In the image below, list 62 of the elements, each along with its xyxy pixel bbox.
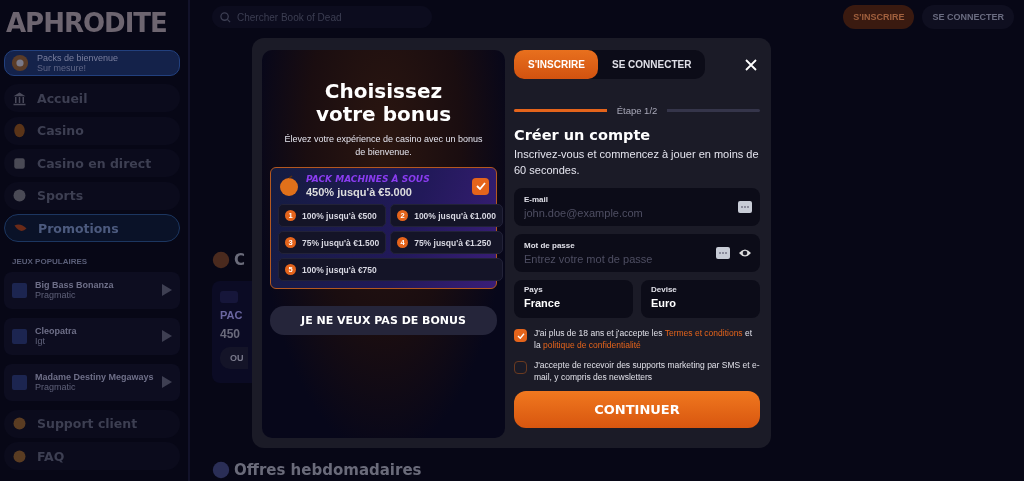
close-icon[interactable] [745, 58, 757, 71]
consent-text: J'accepte de recevoir des supports marketing par SMS et e-mail, y compris des newsletters [534, 359, 760, 383]
fruit-icon [278, 175, 300, 197]
game-thumbnail [12, 282, 27, 298]
consent-text: J'ai plus de 18 ans et j'accepte les Termes et conditions et la politique de confidentialité [534, 327, 754, 351]
game-provider: Pragmatic [35, 290, 77, 300]
password-field[interactable]: Mot de passe Entrez votre mot de passe [514, 234, 760, 272]
select-field[interactable]: Pays France [514, 280, 633, 318]
form-description: Inscrivez-vous et commencez à jouer en moins de 60 secondes. [514, 147, 760, 178]
game-provider: Pragmatic [35, 382, 77, 392]
password-input[interactable]: Entrez votre mot de passe [524, 253, 708, 265]
bank-icon [12, 90, 27, 106]
continue-button[interactable]: CONTINUER [514, 391, 760, 428]
banner-subtitle: Sur mesure! [37, 63, 88, 73]
eye-icon[interactable] [738, 248, 752, 258]
link[interactable]: Termes et conditions [664, 328, 743, 338]
nav-item[interactable]: Promotions [4, 214, 180, 242]
password-manager-icon[interactable] [716, 247, 730, 259]
form-title: Créer un compte [514, 127, 652, 143]
bonus-description: Élevez votre expérience de casino avec un bonus de bienvenue. [283, 133, 484, 159]
game-title: Cleopatra [35, 326, 78, 336]
site-logo[interactable]: APHRODITE [6, 8, 167, 38]
welcome-pack-banner[interactable]: Packs de bienvenue Sur mesure! [4, 50, 180, 76]
game-card[interactable]: Madame Destiny Megaways Pragmatic [4, 363, 180, 401]
select-field[interactable]: Devise Euro [641, 280, 760, 318]
offer-button[interactable]: OU [220, 347, 248, 369]
coin-icon [12, 123, 27, 138]
section-heading: Offres hebdomadaires [234, 461, 422, 479]
signup-button[interactable]: S'INSCRIRE [843, 5, 915, 29]
link[interactable]: politique de confidentialité [543, 340, 641, 350]
banner-title: Packs de bienvenue [37, 53, 119, 63]
bonus-title: Choisissez votre bonus [314, 80, 453, 126]
search-icon [220, 11, 231, 23]
game-title: Big Bass Bonanza [35, 280, 115, 290]
pack-name: PACK MACHINES À SOUS [306, 174, 431, 184]
checkmark-icon [475, 182, 486, 190]
password-manager-icon[interactable] [738, 201, 752, 213]
auth-tab[interactable]: S'INSCRIRE [514, 50, 598, 79]
game-thumbnail [12, 374, 27, 390]
game-thumbnail [12, 328, 27, 344]
email-field[interactable]: E-mail john.doe@example.com [514, 188, 760, 226]
auth-tab[interactable]: SE CONNECTER [598, 50, 706, 79]
game-card[interactable]: Big Bass Bonanza Pragmatic [4, 271, 180, 309]
email-input[interactable]: john.doe@example.com [524, 207, 730, 219]
offer-amount: 450 [220, 327, 241, 341]
section-heading: C [234, 251, 245, 269]
checkbox[interactable] [472, 177, 489, 195]
play-icon[interactable] [162, 284, 172, 296]
offer-title: PAC [220, 309, 243, 321]
no-bonus-button[interactable]: JE NE VEUX PAS DE BONUS [270, 306, 497, 335]
play-icon[interactable] [162, 376, 172, 388]
checkbox[interactable] [514, 361, 527, 374]
game-card[interactable]: Cleopatra Igt [4, 317, 180, 355]
game-provider: Igt [35, 336, 46, 346]
checkbox[interactable] [514, 329, 527, 342]
checkmark-icon [516, 332, 525, 339]
pack-amount: 450% jusqu'à €5.000 [306, 186, 413, 198]
game-title: Madame Destiny Megaways [35, 372, 154, 382]
play-icon[interactable] [162, 330, 172, 342]
login-button[interactable]: SE CONNECTER [922, 5, 1014, 29]
step-label: Étape 1/2 [606, 104, 668, 116]
section-title: JEUX POPULAIRES [12, 256, 88, 266]
